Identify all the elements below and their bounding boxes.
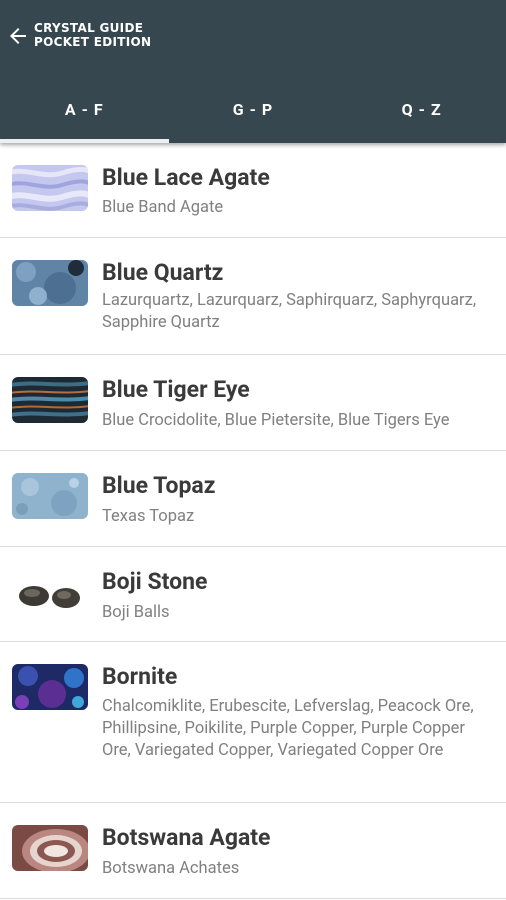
crystal-aliases: Botswana Achates — [102, 859, 240, 878]
list-item[interactable]: Bornite Chalcomiklite, Erubescite, Lefve… — [0, 642, 506, 803]
crystal-thumbnail — [12, 260, 88, 306]
crystal-thumbnail — [12, 377, 88, 423]
crystal-name: Bornite — [102, 663, 178, 690]
crystal-thumbnail — [12, 825, 88, 871]
arrow-left-icon — [10, 28, 26, 44]
boji-stone-image — [12, 569, 88, 615]
list-item[interactable]: Blue Quartz Lazurquartz, Lazurquarz, Sap… — [0, 238, 506, 355]
tab-g-p[interactable]: G - P — [169, 76, 338, 143]
blue-lace-agate-image — [12, 165, 88, 211]
crystal-name: Blue Tiger Eye — [102, 376, 250, 403]
toolbar: CRYSTAL GUIDE POCKET EDITION — [0, 0, 506, 76]
blue-tiger-eye-image — [12, 377, 88, 423]
list-item[interactable]: Blue Lace Agate Blue Band Agate — [0, 143, 506, 238]
crystal-aliases: Chalcomiklite, Erubescite, Lefverslag, P… — [102, 697, 474, 760]
crystal-thumbnail — [12, 569, 88, 615]
list-item[interactable]: Blue Tiger Eye Blue Crocidolite, Blue Pi… — [0, 355, 506, 451]
crystal-thumbnail — [12, 664, 88, 710]
botswana-agate-image — [12, 825, 88, 871]
crystal-aliases: Blue Crocidolite, Blue Pietersite, Blue … — [102, 411, 450, 430]
blue-quartz-image — [12, 260, 88, 306]
crystal-name: Blue Lace Agate — [102, 164, 270, 191]
bornite-image — [12, 664, 88, 710]
blue-topaz-image — [12, 473, 88, 519]
app-bar: CRYSTAL GUIDE POCKET EDITION A - F G - P… — [0, 0, 506, 143]
crystal-name: Blue Quartz — [102, 259, 224, 286]
crystal-list[interactable]: Blue Lace Agate Blue Band Agate Blue Qua… — [0, 143, 506, 900]
crystal-name: Boji Stone — [102, 568, 208, 595]
crystal-aliases: Lazurquartz, Lazurquarz, Saphirquarz, Sa… — [102, 291, 477, 332]
crystal-thumbnail — [12, 473, 88, 519]
tab-a-f[interactable]: A - F — [0, 76, 169, 143]
app-title: CRYSTAL GUIDE POCKET EDITION — [34, 21, 151, 49]
crystal-aliases: Texas Topaz — [102, 507, 195, 526]
list-item[interactable]: Blue Topaz Texas Topaz — [0, 451, 506, 547]
crystal-thumbnail — [12, 165, 88, 211]
tab-bar: A - F G - P Q - Z — [0, 76, 506, 143]
back-button[interactable] — [6, 24, 30, 48]
crystal-aliases: Blue Band Agate — [102, 198, 224, 217]
selected-tab-indicator — [0, 139, 169, 143]
app-title-line-2: POCKET EDITION — [34, 35, 152, 49]
list-item[interactable]: Boji Stone Boji Balls — [0, 547, 506, 642]
crystal-name: Blue Topaz — [102, 472, 216, 499]
list-item[interactable]: Botswana Agate Botswana Achates — [0, 803, 506, 899]
app-title-line-1: CRYSTAL GUIDE — [34, 21, 144, 35]
tab-q-z[interactable]: Q - Z — [337, 76, 506, 143]
crystal-name: Botswana Agate — [102, 824, 271, 851]
crystal-aliases: Boji Balls — [102, 603, 170, 622]
